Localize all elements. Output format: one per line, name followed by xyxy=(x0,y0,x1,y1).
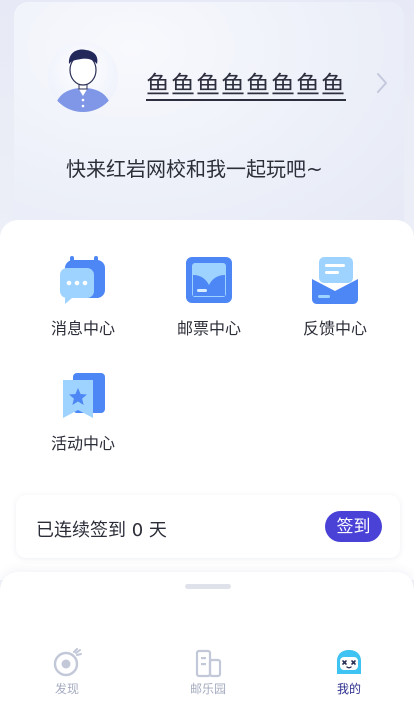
feature-label: 邮票中心 xyxy=(176,319,241,338)
feature-stamp-center[interactable]: 邮票中心 xyxy=(149,255,269,339)
feedback-icon xyxy=(312,257,358,304)
feature-label: 反馈中心 xyxy=(302,319,367,338)
signin-streak-text: 已连续签到 0 天 xyxy=(36,520,167,541)
message-icon xyxy=(60,256,105,304)
stamp-icon xyxy=(186,257,232,303)
avatar[interactable] xyxy=(48,42,118,112)
bottom-tab-bar: 发现 邮乐园 我的 xyxy=(0,572,414,705)
mine-icon xyxy=(337,650,361,674)
tab-mine[interactable]: 我的 xyxy=(304,648,394,697)
feature-label: 活动中心 xyxy=(50,434,115,453)
drag-handle[interactable] xyxy=(185,584,231,589)
building-icon xyxy=(195,649,222,678)
mine-screen: 鱼鱼鱼鱼鱼鱼鱼鱼 快来红岩网校和我一起玩吧~ 消息中心 邮票中心 反馈中心 活动… xyxy=(0,0,414,705)
activity-icon xyxy=(63,373,105,418)
discover-icon xyxy=(53,648,82,677)
signin-bar: 已连续签到 0 天 签到 xyxy=(16,495,400,558)
signin-button[interactable]: 签到 xyxy=(325,511,382,542)
avatar-illustration-icon xyxy=(54,49,112,112)
profile-card[interactable]: 鱼鱼鱼鱼鱼鱼鱼鱼 快来红岩网校和我一起玩吧~ xyxy=(14,2,404,234)
profile-slogan: 快来红岩网校和我一起玩吧~ xyxy=(66,157,323,181)
tab-label: 我的 xyxy=(336,682,361,696)
username[interactable]: 鱼鱼鱼鱼鱼鱼鱼鱼 xyxy=(146,65,346,100)
feature-label: 消息中心 xyxy=(50,319,115,338)
chevron-right-icon[interactable] xyxy=(374,71,390,95)
tab-label: 邮乐园 xyxy=(189,682,226,696)
tab-post-park[interactable]: 邮乐园 xyxy=(163,648,253,697)
feature-feedback-center[interactable]: 反馈中心 xyxy=(275,255,395,339)
tab-label: 发现 xyxy=(54,682,79,696)
feature-message-center[interactable]: 消息中心 xyxy=(23,255,143,339)
tab-discover[interactable]: 发现 xyxy=(22,648,112,697)
feature-activity-center[interactable]: 活动中心 xyxy=(23,370,143,454)
